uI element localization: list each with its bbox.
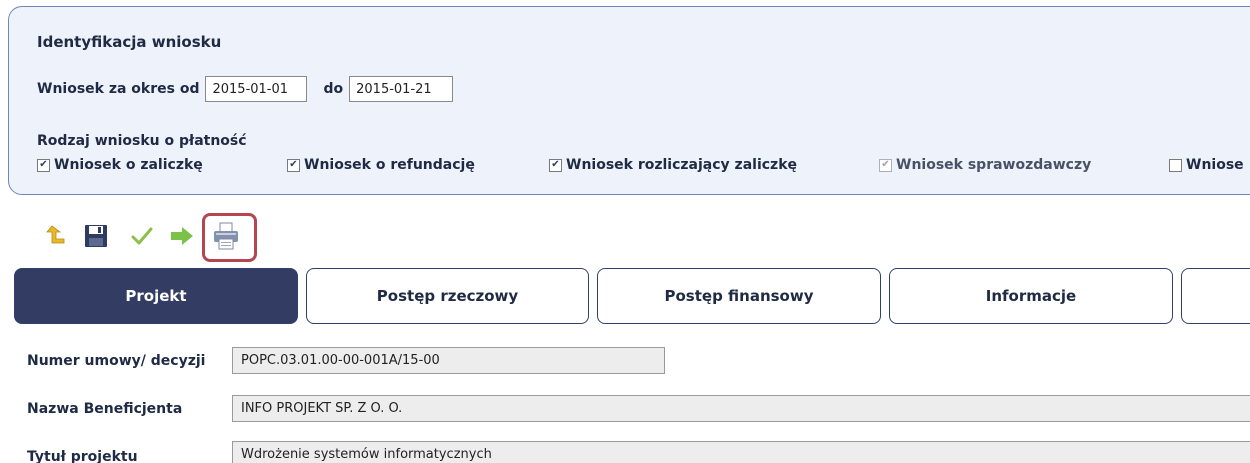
undo-icon[interactable] (42, 220, 70, 252)
period-to-label: do (323, 81, 344, 97)
date-to-input[interactable] (349, 76, 454, 102)
project-title-label: Tytuł projektu (27, 449, 138, 463)
period-from-label: Wniosek za okres od (37, 81, 200, 97)
tab-postep-rzeczowy[interactable]: Postęp rzeczowy (306, 268, 589, 324)
checkbox-report: ✔ Wniosek sprawozdawczy (879, 157, 1091, 173)
checkbox-checked-icon[interactable]: ✔ (287, 158, 300, 172)
field-row-contract-number: Numer umowy/ decyzji POPC.03.01.00-00-00… (0, 347, 1250, 377)
checkbox-settlement[interactable]: ✔ Wniosek rozliczający zaliczkę (549, 157, 797, 173)
contract-number-value: POPC.03.01.00-00-001A/15-00 (232, 347, 665, 374)
checkbox-label: Wniosek sprawozdawczy (896, 157, 1092, 173)
checkbox-other[interactable]: Wniose (1169, 157, 1244, 173)
period-row: Wniosek za okres od do (37, 76, 454, 102)
tab-informacje[interactable]: Informacje (889, 268, 1173, 324)
tab-projekt[interactable]: Projekt (14, 268, 298, 324)
forward-arrow-icon[interactable] (168, 220, 196, 252)
tab-postep-finansowy[interactable]: Postęp finansowy (597, 268, 881, 324)
checkbox-refund[interactable]: ✔ Wniosek o refundację (287, 157, 475, 173)
print-highlight-frame (202, 213, 257, 262)
save-icon[interactable] (82, 220, 110, 252)
contract-number-label: Numer umowy/ decyzji (27, 353, 206, 369)
identification-title: Identyfikacja wniosku (37, 33, 222, 51)
checkbox-checked-icon: ✔ (879, 158, 892, 172)
check-icon[interactable] (128, 220, 156, 252)
field-row-project-title: Tytuł projektu Wdrożenie systemów inform… (0, 441, 1250, 463)
checkbox-advance[interactable]: ✔ Wniosek o zaliczkę (37, 157, 203, 173)
checkbox-checked-icon[interactable]: ✔ (37, 158, 50, 172)
checkbox-label: Wniose (1186, 157, 1244, 173)
field-row-beneficiary: Nazwa Beneficjenta INFO PROJEKT SP. Z O.… (0, 395, 1250, 425)
project-title-value: Wdrożenie systemów informatycznych (232, 441, 1250, 463)
beneficiary-label: Nazwa Beneficjenta (27, 401, 183, 417)
date-from-input[interactable] (205, 76, 308, 102)
payment-kind-checkboxes: ✔ Wniosek o zaliczkę ✔ Wniosek o refunda… (37, 157, 1250, 177)
tab-next[interactable] (1181, 268, 1250, 324)
checkbox-label: Wniosek rozliczający zaliczkę (566, 157, 797, 173)
checkbox-label: Wniosek o zaliczkę (54, 157, 203, 173)
beneficiary-value: INFO PROJEKT SP. Z O. O. (232, 395, 1250, 422)
checkbox-label: Wniosek o refundację (304, 157, 475, 173)
payment-kind-label: Rodzaj wniosku o płatność (37, 133, 247, 149)
section-tabs: Projekt Postęp rzeczowy Postęp finansowy… (0, 268, 1250, 324)
identification-panel: Identyfikacja wniosku Wniosek za okres o… (8, 6, 1250, 195)
checkbox-unchecked-icon[interactable] (1169, 158, 1182, 172)
checkbox-checked-icon[interactable]: ✔ (549, 158, 562, 172)
